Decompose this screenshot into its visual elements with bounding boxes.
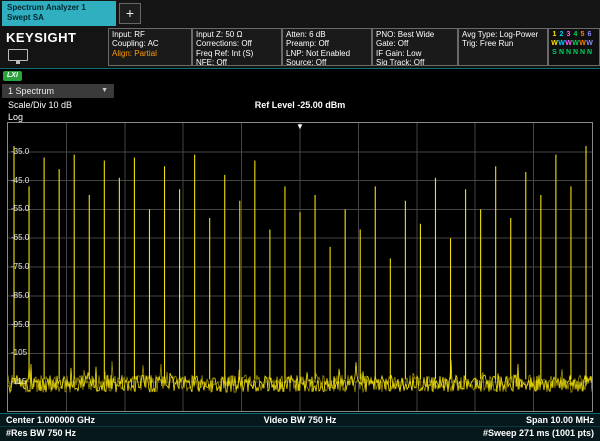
trace-status-column: 4 WN <box>572 30 579 57</box>
trace-mode: W <box>565 40 572 47</box>
trace-detector: N <box>565 49 572 56</box>
settings-item: IF Gain: Low <box>376 48 422 58</box>
trace-number: 6 <box>587 31 592 38</box>
trace-status[interactable]: 1WS2WN3WN4WN5WN6WN <box>548 28 600 66</box>
new-tab-button[interactable]: + <box>119 3 141 24</box>
spectrum-graph[interactable]: -35.0 -45.0 -55.0 -65.0 -75.0 -85.0 -95.0 -105 -… <box>7 122 593 412</box>
trace-status-column: 1 WS <box>551 30 558 57</box>
center-marker-icon: ▼ <box>296 122 304 131</box>
settings-item: Preamp: Off <box>286 39 329 49</box>
sweep-label[interactable]: #Sweep 271 ms (1001 pts) <box>483 427 594 440</box>
res-bw-label[interactable]: #Res BW 750 Hz <box>6 427 76 440</box>
spectrum-analyzer-app: Spectrum Analyzer 1 Swept SA + KEYSIGHT … <box>0 0 600 441</box>
settings-item: Trig: Free Run <box>462 39 514 49</box>
spectrum-trace <box>8 123 592 411</box>
tab-swept-sa[interactable]: Spectrum Analyzer 1 Swept SA <box>2 1 116 26</box>
settings-item: Input Z: 50 Ω <box>196 30 243 39</box>
y-axis-label: -75.0 <box>11 262 30 272</box>
measurement-selector-label: 1 Spectrum <box>8 86 55 96</box>
settings-item: Sig Track: Off <box>376 57 425 66</box>
trace-mode: W <box>551 40 558 47</box>
settings-item: Gate: Off <box>376 39 409 49</box>
y-axis-label: -35.0 <box>11 146 30 156</box>
trace-mode: W <box>558 40 565 47</box>
settings-item: Corrections: Off <box>196 39 252 49</box>
settings-item: Input: RF <box>112 30 145 39</box>
settings-item: Avg Type: Log-Power <box>462 30 539 39</box>
settings-strip: KEYSIGHT Input: RF Coupling: AC Align: Par… <box>0 26 600 69</box>
measurement-selector[interactable]: 1 Spectrum ▼ <box>2 84 114 98</box>
trace-detector: N <box>558 49 565 56</box>
tab-bar: Spectrum Analyzer 1 Swept SA + <box>0 0 600 26</box>
trace-number: 2 <box>559 31 564 38</box>
settings-item: Align: Partial <box>112 48 157 58</box>
trace-mode: W <box>586 40 593 47</box>
settings-item: Source: Off <box>286 57 327 66</box>
chevron-down-icon: ▼ <box>101 87 108 94</box>
trace-detector: N <box>579 49 586 56</box>
settings-panel[interactable]: PNO: Best Wide Gate: Off IF Gain: Low Sig T… <box>372 28 458 66</box>
settings-item: Atten: 6 dB <box>286 30 326 39</box>
settings-item: Coupling: AC <box>112 39 159 49</box>
y-axis-label: -55.0 <box>11 204 30 214</box>
span-label[interactable]: Span 10.00 MHz <box>526 414 594 427</box>
tab-subtitle: Swept SA <box>7 13 44 23</box>
trace-number: 1 <box>552 31 557 38</box>
y-axis-label: -85.0 <box>11 290 30 300</box>
axis-type-label: Log <box>8 112 24 122</box>
settings-item: Freq Ref: Int (S) <box>196 48 254 58</box>
settings-panel[interactable]: Avg Type: Log-Power Trig: Free Run <box>458 28 548 66</box>
trace-mode: W <box>579 40 586 47</box>
trace-status-column: 3 WN <box>565 30 572 57</box>
settings-item: NFE: Off <box>196 57 227 66</box>
y-axis-label: -115 <box>11 377 27 387</box>
y-axis-label: -45.0 <box>11 175 30 185</box>
trace-number: 3 <box>566 31 571 38</box>
trace-detector: N <box>572 49 579 56</box>
settings-item: LNP: Not Enabled <box>286 48 351 58</box>
y-axis-label: -65.0 <box>11 233 30 243</box>
trace-detector: N <box>586 49 593 56</box>
footer-row-1: Center 1.000000 GHz Video BW 750 Hz Span… <box>0 413 600 427</box>
display-icon <box>8 49 28 64</box>
ref-level-label[interactable]: Ref Level -25.00 dBm <box>0 100 600 110</box>
trace-mode: W <box>572 40 579 47</box>
trace-status-column: 6 WN <box>586 30 593 57</box>
trace-detector: S <box>552 49 557 56</box>
brand-block: KEYSIGHT <box>0 26 108 68</box>
lxi-badge: LXI <box>3 71 22 81</box>
settings-panels: Input: RF Coupling: AC Align: Partial Input… <box>108 26 548 68</box>
trace-status-column: 2 WN <box>558 30 565 57</box>
footer-row-2: #Res BW 750 Hz #Sweep 271 ms (1001 pts) <box>0 427 600 441</box>
trace-status-column: 5 WN <box>579 30 586 57</box>
settings-item: PNO: Best Wide <box>376 30 435 39</box>
settings-panel[interactable]: Atten: 6 dB Preamp: Off LNP: Not Enabled So… <box>282 28 372 66</box>
y-axis-label: -95.0 <box>11 319 30 329</box>
tab-title: Spectrum Analyzer 1 <box>7 3 86 12</box>
video-bw-label[interactable]: Video BW 750 Hz <box>0 414 600 427</box>
settings-panel[interactable]: Input: RF Coupling: AC Align: Partial <box>108 28 192 66</box>
keysight-logo: KEYSIGHT <box>6 30 77 45</box>
trace-number: 4 <box>573 31 578 38</box>
trace-number: 5 <box>580 31 585 38</box>
plus-icon: + <box>125 5 135 21</box>
scale-ref-row: Scale/Div 10 dB Ref Level -25.00 dBm <box>0 100 600 112</box>
settings-panel[interactable]: Input Z: 50 Ω Corrections: Off Freq Ref: I… <box>192 28 282 66</box>
y-axis-label: -105 <box>11 348 28 358</box>
